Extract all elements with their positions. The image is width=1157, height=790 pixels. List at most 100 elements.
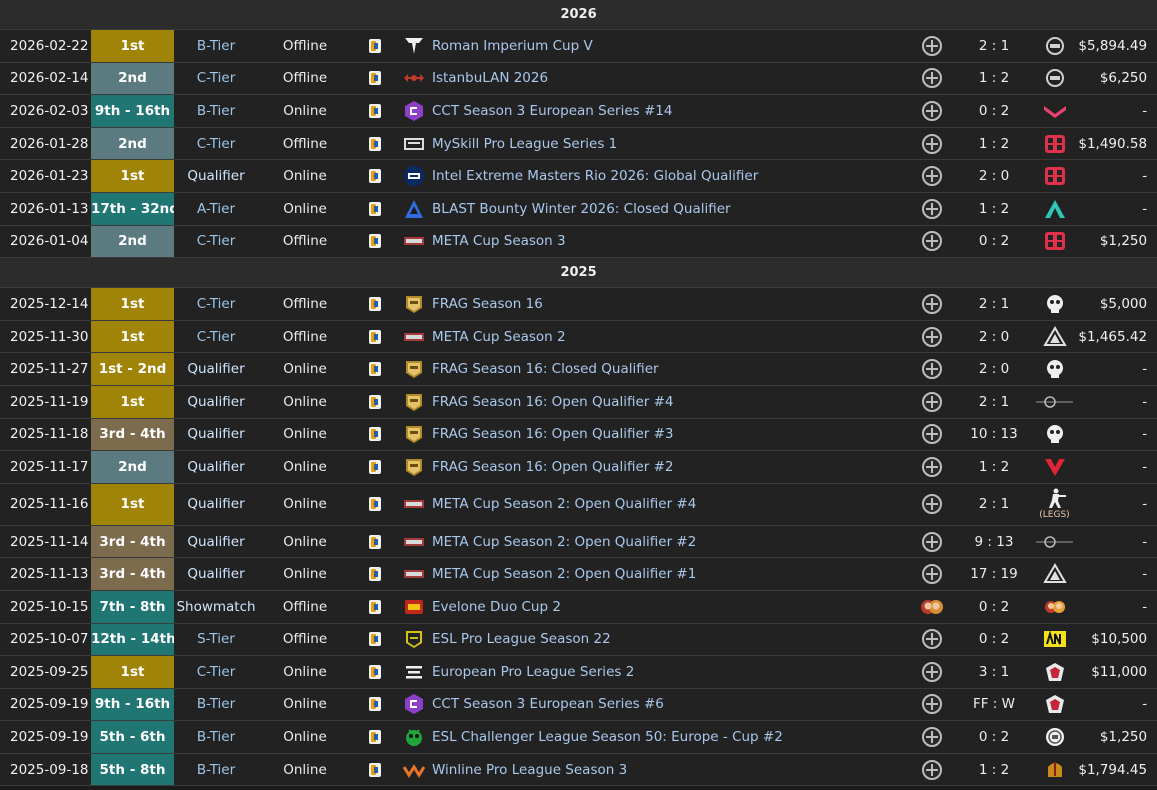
- frag-logo-icon[interactable]: [403, 426, 425, 444]
- meta-cup-logo-icon[interactable]: [403, 534, 425, 550]
- faction-icon[interactable]: [922, 759, 942, 780]
- faction-icon[interactable]: [922, 694, 942, 715]
- tier-link[interactable]: Qualifier: [174, 159, 258, 193]
- opponent-navi-logo-icon[interactable]: [1042, 630, 1068, 648]
- roman-imperium-logo-icon[interactable]: [403, 37, 425, 54]
- faction-icon[interactable]: [922, 424, 942, 445]
- esl-pro-league-logo-icon[interactable]: [403, 631, 425, 649]
- counter-strike-2-icon[interactable]: [369, 201, 381, 216]
- faction-icon[interactable]: [922, 661, 942, 682]
- tournament-link[interactable]: BLAST Bounty Winter 2026: Closed Qualifi…: [430, 201, 731, 217]
- opponent-aurora-logo-icon[interactable]: [1042, 199, 1068, 218]
- tier-link[interactable]: B-Tier: [174, 720, 258, 754]
- opponent-mountain-logo-icon[interactable]: [1042, 325, 1068, 346]
- tier-link[interactable]: Qualifier: [174, 557, 258, 591]
- frag-logo-icon[interactable]: [403, 458, 425, 476]
- tournament-link[interactable]: MySkill Pro League Series 1: [430, 136, 617, 152]
- counter-strike-2-icon[interactable]: [369, 71, 381, 86]
- counter-strike-2-icon[interactable]: [369, 38, 381, 53]
- duo-avatar-icon[interactable]: [920, 599, 944, 615]
- faction-icon[interactable]: [922, 494, 942, 515]
- tournament-link[interactable]: European Pro League Series 2: [430, 664, 634, 680]
- tier-link[interactable]: Qualifier: [174, 418, 258, 452]
- faction-icon[interactable]: [922, 100, 942, 121]
- tournament-link[interactable]: Roman Imperium Cup V: [430, 38, 593, 54]
- tournament-link[interactable]: META Cup Season 2: [430, 329, 566, 345]
- frag-logo-icon[interactable]: [403, 295, 425, 313]
- tier-link[interactable]: Qualifier: [174, 483, 258, 526]
- tier-link[interactable]: B-Tier: [174, 688, 258, 722]
- frag-logo-icon[interactable]: [403, 393, 425, 411]
- opponent-pink-chevron-logo-icon[interactable]: [1042, 103, 1068, 119]
- faction-icon[interactable]: [922, 231, 942, 252]
- tier-link[interactable]: C-Tier: [174, 225, 258, 259]
- counter-strike-2-icon[interactable]: [369, 762, 381, 777]
- faction-icon[interactable]: [922, 35, 942, 56]
- cct-logo-icon[interactable]: [403, 100, 425, 121]
- faction-icon[interactable]: [922, 293, 942, 314]
- tier-link[interactable]: C-Tier: [174, 287, 258, 321]
- counter-strike-2-icon[interactable]: [369, 632, 381, 647]
- meta-cup-logo-icon[interactable]: [403, 233, 425, 249]
- tier-link[interactable]: C-Tier: [174, 127, 258, 161]
- iem-logo-icon[interactable]: [403, 166, 425, 187]
- tier-link[interactable]: S-Tier: [174, 623, 258, 657]
- opponent-red-v-logo-icon[interactable]: [1042, 458, 1068, 476]
- tournament-link[interactable]: FRAG Season 16: Open Qualifier #3: [430, 426, 674, 442]
- opponent-laurel-logo-icon[interactable]: [1042, 69, 1068, 88]
- tournament-link[interactable]: META Cup Season 2: Open Qualifier #4: [430, 496, 696, 512]
- meta-cup-logo-icon[interactable]: [403, 329, 425, 345]
- counter-strike-2-icon[interactable]: [369, 459, 381, 474]
- tournament-link[interactable]: IstanbuLAN 2026: [430, 70, 548, 86]
- opponent-red-white-logo-icon[interactable]: [1042, 695, 1068, 714]
- opponent-duo-avatar-icon[interactable]: [1042, 599, 1068, 615]
- tournament-link[interactable]: FRAG Season 16: Closed Qualifier: [430, 361, 659, 377]
- opponent-skull-logo-icon[interactable]: [1042, 360, 1068, 379]
- frag-logo-icon[interactable]: [403, 361, 425, 379]
- counter-strike-2-icon[interactable]: [369, 427, 381, 442]
- faction-icon[interactable]: [922, 359, 942, 380]
- blast-logo-icon[interactable]: [403, 199, 425, 218]
- opponent-sparta-logo-icon[interactable]: [1042, 761, 1068, 778]
- tournament-link[interactable]: Winline Pro League Season 3: [430, 762, 627, 778]
- counter-strike-2-icon[interactable]: [369, 103, 381, 118]
- faction-icon[interactable]: [922, 133, 942, 154]
- meta-cup-logo-icon[interactable]: [403, 496, 425, 512]
- opponent-laurel-logo-icon[interactable]: [1042, 36, 1068, 55]
- tier-link[interactable]: Qualifier: [174, 450, 258, 484]
- tournament-link[interactable]: FRAG Season 16: Open Qualifier #4: [430, 394, 674, 410]
- tier-link[interactable]: B-Tier: [174, 753, 258, 787]
- counter-strike-2-icon[interactable]: [369, 697, 381, 712]
- tournament-link[interactable]: Intel Extreme Masters Rio 2026: Global Q…: [430, 168, 758, 184]
- opponent-red-white-logo-icon[interactable]: [1042, 662, 1068, 681]
- tier-link[interactable]: B-Tier: [174, 94, 258, 128]
- faction-icon[interactable]: [922, 629, 942, 650]
- counter-strike-2-icon[interactable]: [369, 599, 381, 614]
- opponent-cs-player-logo-icon[interactable]: (LEGS): [1036, 488, 1073, 520]
- tier-link[interactable]: A-Tier: [174, 192, 258, 226]
- tier-link[interactable]: B-Tier: [174, 29, 258, 63]
- esl-challenger-logo-icon[interactable]: [403, 729, 425, 747]
- counter-strike-2-icon[interactable]: [369, 362, 381, 377]
- tournament-link[interactable]: CCT Season 3 European Series #14: [430, 103, 672, 119]
- myskill-logo-icon[interactable]: [403, 136, 425, 152]
- tournament-link[interactable]: META Cup Season 3: [430, 233, 566, 249]
- opponent-line-logo-icon[interactable]: [1036, 534, 1073, 550]
- tier-link[interactable]: C-Tier: [174, 655, 258, 689]
- opponent-bb-logo-icon[interactable]: [1042, 167, 1068, 186]
- faction-icon[interactable]: [922, 727, 942, 748]
- tournament-link[interactable]: ESL Challenger League Season 50: Europe …: [430, 729, 783, 745]
- cct-logo-icon[interactable]: [403, 694, 425, 715]
- meta-cup-logo-icon[interactable]: [403, 566, 425, 582]
- tournament-link[interactable]: META Cup Season 2: Open Qualifier #1: [430, 566, 696, 582]
- faction-icon[interactable]: [922, 326, 942, 347]
- winline-logo-icon[interactable]: [403, 762, 425, 778]
- evelone-logo-icon[interactable]: [403, 599, 425, 615]
- tournament-link[interactable]: FRAG Season 16: [430, 296, 543, 312]
- opponent-mountain-logo-icon[interactable]: [1042, 563, 1068, 584]
- faction-icon[interactable]: [922, 531, 942, 552]
- faction-icon[interactable]: [922, 166, 942, 187]
- faction-icon[interactable]: [922, 198, 942, 219]
- counter-strike-2-icon[interactable]: [369, 394, 381, 409]
- tournament-link[interactable]: META Cup Season 2: Open Qualifier #2: [430, 534, 696, 550]
